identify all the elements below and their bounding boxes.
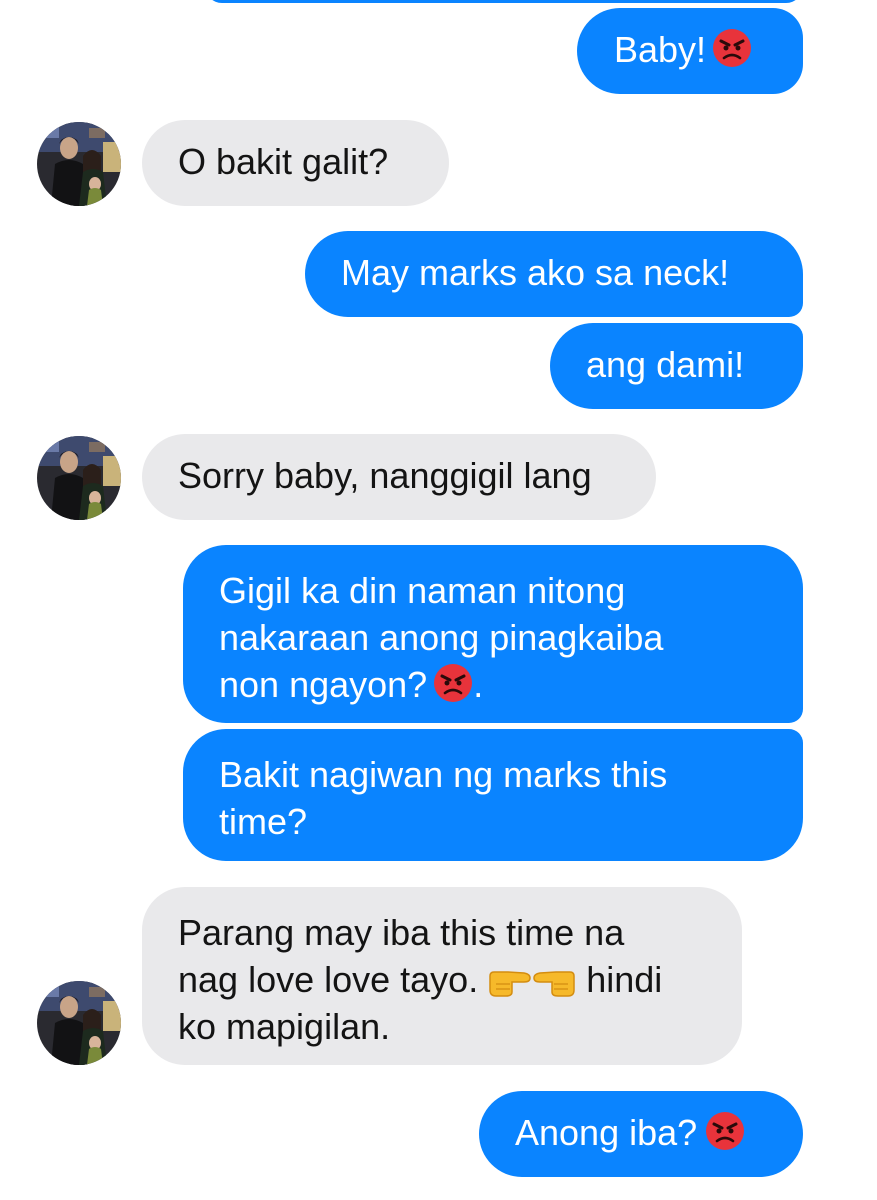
message-bubble-incoming[interactable]: O bakit galit? xyxy=(142,120,449,206)
message-bubble-incoming[interactable]: Parang may iba this time na nag love lov… xyxy=(142,887,742,1065)
angry-face-icon xyxy=(433,663,473,703)
message-text: O bakit galit? xyxy=(178,141,389,182)
contact-avatar[interactable] xyxy=(37,436,121,520)
previous-message-bubble xyxy=(205,0,803,3)
message-bubble-outgoing[interactable]: May marks ako sa neck! xyxy=(305,231,803,317)
message-bubble-incoming[interactable]: Sorry baby, nanggigil lang xyxy=(142,434,656,520)
message-bubble-outgoing[interactable]: Bakit nagiwan ng marks this time? xyxy=(183,729,803,861)
message-text: Anong iba? xyxy=(515,1112,698,1153)
message-text-line: non ngayon?. xyxy=(219,661,767,708)
message-text: hindi xyxy=(586,959,663,1000)
point-right-icon xyxy=(488,964,532,998)
message-text-line: ko mapigilan. xyxy=(178,1006,391,1047)
message-bubble-outgoing[interactable]: ang dami! xyxy=(550,323,803,409)
message-text: Baby! xyxy=(614,29,707,70)
message-text: ang dami! xyxy=(586,344,745,385)
point-left-icon xyxy=(532,964,576,998)
message-text-line: Parang may iba this time na xyxy=(178,912,625,953)
message-text-line: nag love love tayo. hindi xyxy=(178,956,706,1003)
contact-avatar[interactable] xyxy=(37,122,121,206)
message-text: non ngayon? xyxy=(219,664,428,705)
message-text: May marks ako sa neck! xyxy=(341,252,730,293)
angry-face-icon xyxy=(705,1111,745,1151)
angry-face-icon xyxy=(712,28,752,68)
message-text: Bakit nagiwan ng marks this time? xyxy=(219,754,668,842)
contact-avatar[interactable] xyxy=(37,981,121,1065)
message-text-line: Gigil ka din naman nitong xyxy=(219,570,626,611)
message-bubble-outgoing[interactable]: Anong iba? xyxy=(479,1091,803,1177)
message-bubble-outgoing[interactable]: Gigil ka din naman nitong nakaraan anong… xyxy=(183,545,803,723)
message-text-line: nakaraan anong pinagkaiba xyxy=(219,617,664,658)
message-text: . xyxy=(473,664,484,705)
message-text: Sorry baby, nanggigil lang xyxy=(178,455,592,496)
message-text: nag love love tayo. xyxy=(178,959,479,1000)
message-bubble-outgoing[interactable]: Baby! xyxy=(577,8,803,94)
